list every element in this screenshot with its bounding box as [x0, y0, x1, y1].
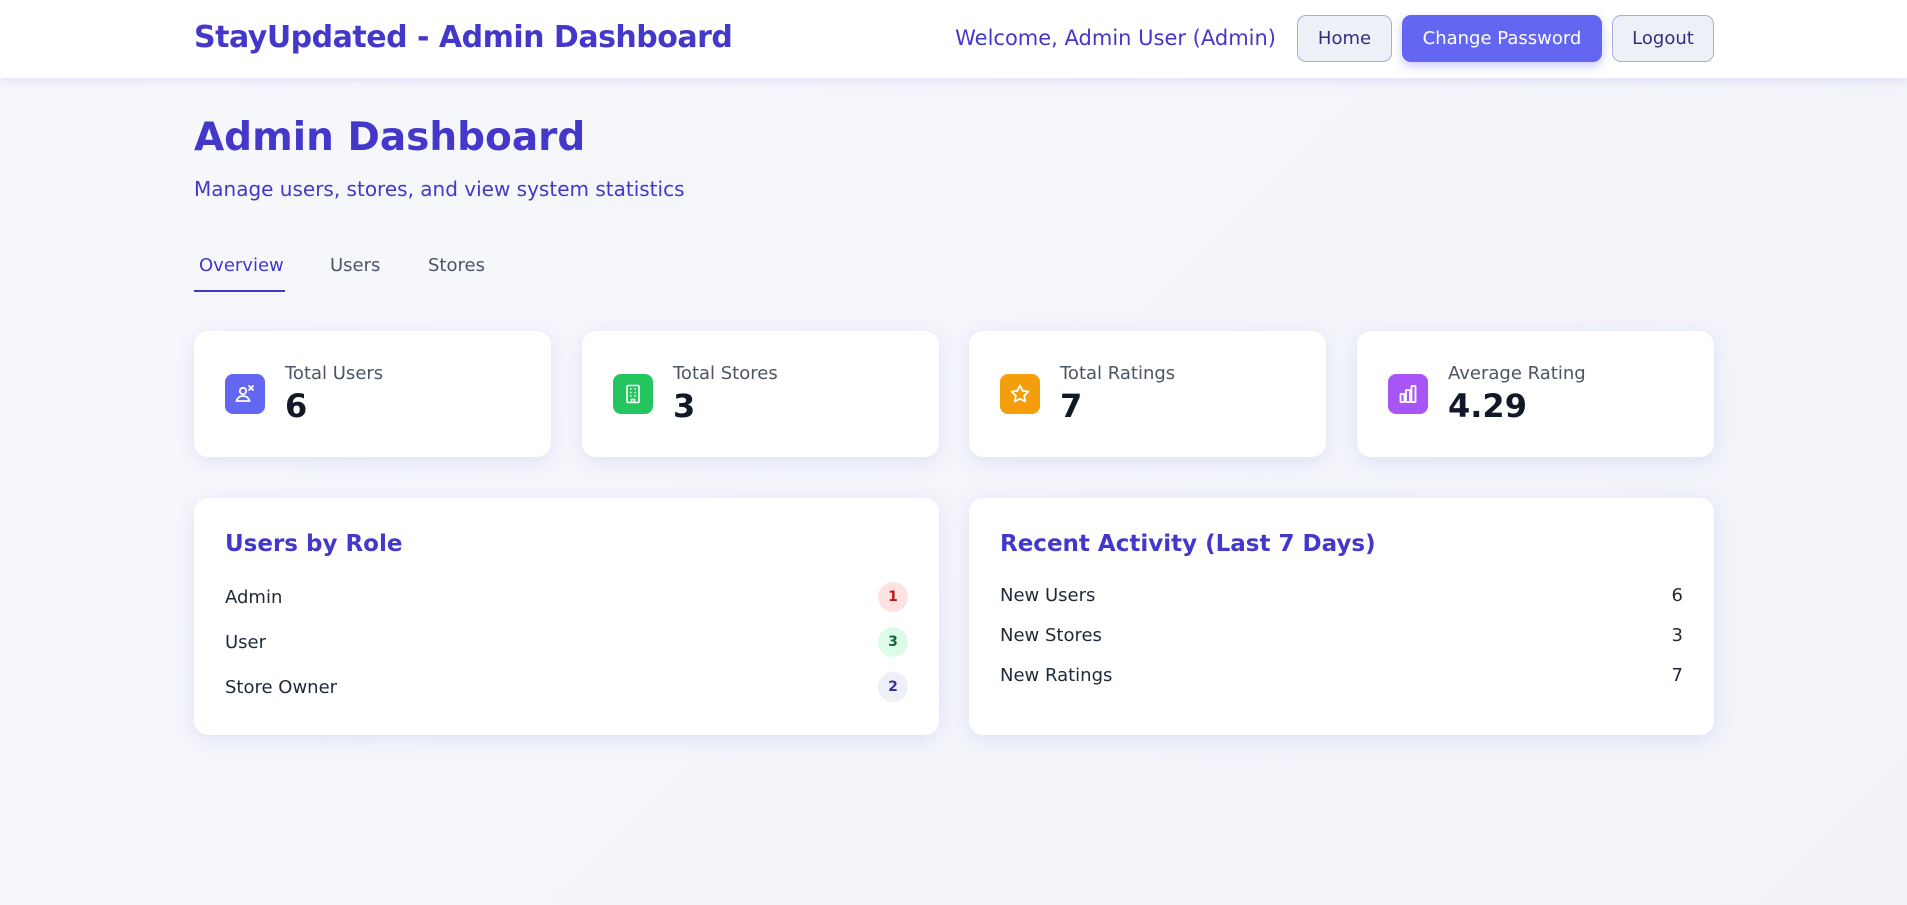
- stat-label: Total Users: [285, 363, 384, 384]
- stat-card-total-ratings: Total Ratings 7: [969, 331, 1326, 457]
- star-icon: [1000, 374, 1040, 414]
- building-icon: [613, 374, 653, 414]
- stat-card-total-stores: Total Stores 3: [582, 331, 939, 457]
- activity-label: New Users: [1000, 584, 1096, 606]
- tab-overview[interactable]: Overview: [194, 250, 285, 292]
- top-navbar: StayUpdated - Admin Dashboard Welcome, A…: [0, 0, 1907, 78]
- role-count-badge: 3: [878, 627, 908, 657]
- activity-row-new-stores: New Stores 3: [1000, 620, 1683, 650]
- stat-card-average-rating: Average Rating 4.29: [1357, 331, 1714, 457]
- role-row-user: User 3: [225, 627, 908, 657]
- stat-value: 3: [673, 387, 696, 425]
- role-label: Store Owner: [225, 676, 338, 698]
- activity-value: 6: [1671, 584, 1683, 606]
- stat-value: 6: [285, 387, 308, 425]
- welcome-text: Welcome, Admin User (Admin): [955, 26, 1276, 50]
- activity-value: 3: [1671, 624, 1683, 646]
- users-by-role-panel: Users by Role Admin 1 User 3 Store Owner…: [194, 498, 939, 735]
- stat-value: 4.29: [1448, 387, 1527, 425]
- activity-label: New Stores: [1000, 624, 1102, 646]
- tab-stores[interactable]: Stores: [428, 250, 485, 292]
- tab-users[interactable]: Users: [330, 250, 380, 292]
- role-label: Admin: [225, 586, 283, 608]
- app-brand-title: StayUpdated - Admin Dashboard: [194, 20, 733, 55]
- role-row-admin: Admin 1: [225, 582, 908, 612]
- home-button[interactable]: Home: [1297, 15, 1392, 62]
- stat-card-total-users: Total Users 6: [194, 331, 551, 457]
- role-label: User: [225, 631, 267, 653]
- panel-title: Users by Role: [225, 531, 403, 557]
- stat-value: 7: [1060, 387, 1083, 425]
- activity-value: 7: [1671, 664, 1683, 686]
- recent-activity-panel: Recent Activity (Last 7 Days) New Users …: [969, 498, 1714, 735]
- activity-label: New Ratings: [1000, 664, 1113, 686]
- stat-label: Total Stores: [673, 363, 778, 384]
- users-icon: [225, 374, 265, 414]
- role-row-store-owner: Store Owner 2: [225, 672, 908, 702]
- change-password-button[interactable]: Change Password: [1402, 15, 1602, 62]
- stat-label: Total Ratings: [1060, 363, 1176, 384]
- stat-label: Average Rating: [1448, 363, 1586, 384]
- role-count-badge: 1: [878, 582, 908, 612]
- page-title: Admin Dashboard: [194, 115, 586, 160]
- activity-row-new-ratings: New Ratings 7: [1000, 660, 1683, 690]
- page-subtitle: Manage users, stores, and view system st…: [194, 177, 685, 201]
- panel-title: Recent Activity (Last 7 Days): [1000, 531, 1376, 557]
- role-count-badge: 2: [878, 672, 908, 702]
- activity-row-new-users: New Users 6: [1000, 580, 1683, 610]
- logout-button[interactable]: Logout: [1612, 15, 1714, 62]
- bar-chart-icon: [1388, 374, 1428, 414]
